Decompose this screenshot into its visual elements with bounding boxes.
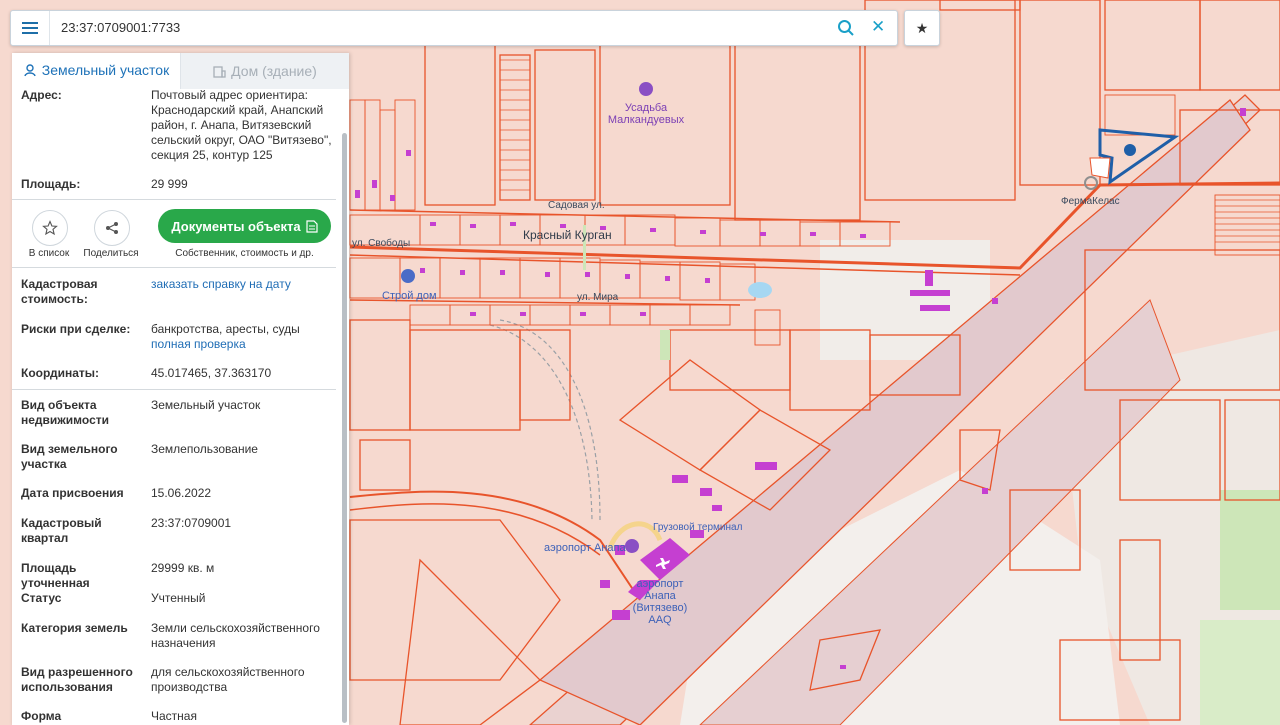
search-icon[interactable]: [837, 19, 855, 37]
tab-land-label: Земельный участок: [41, 62, 170, 78]
tab-house[interactable]: Дом (здание): [180, 53, 349, 89]
quarter-value: 23:37:0709001: [151, 516, 232, 530]
share-label: Поделиться: [83, 248, 139, 259]
cargo-terminal-label[interactable]: Грузовой терминал: [653, 522, 742, 533]
address-row: Адрес: Почтовый адрес ориентира: Краснод…: [21, 88, 336, 163]
permitted-use-label: Вид разрешенного использования: [21, 665, 133, 694]
share-icon: [106, 222, 118, 234]
object-type-label: Вид объекта недвижимости: [21, 398, 109, 427]
search-input[interactable]: 23:37:0709001:7733: [61, 20, 180, 35]
building-icon: [213, 65, 226, 78]
divider: [12, 267, 336, 268]
mira-street-label: ул. Мира: [577, 292, 619, 303]
cadastral-cost-row: Кадастровая стоимость: заказать справку …: [21, 277, 336, 309]
quarter-label: Кадастровый квартал: [21, 516, 102, 545]
risks-label: Риски при сделке:: [21, 322, 131, 336]
coordinates-label: Координаты:: [21, 366, 100, 380]
form-label: Форма: [21, 709, 62, 723]
divider: [12, 389, 336, 390]
category-value: Земли сельскохозяйственного назначения: [151, 621, 320, 650]
address-label: Адрес:: [21, 88, 62, 102]
village-label: Красный Курган: [523, 228, 612, 242]
sadovaya-street-label: Садовая ул.: [548, 200, 605, 211]
divider: [12, 199, 336, 200]
documents-button[interactable]: Документы объекта: [158, 209, 331, 243]
tab-house-label: Дом (здание): [231, 63, 317, 79]
panel-tabs: Земельный участок Дом (здание): [12, 53, 349, 89]
plot-type-label: Вид земельного участка: [21, 442, 118, 471]
documents-subtitle: Собственник, стоимость и др.: [175, 248, 314, 259]
object-type-value: Земельный участок: [151, 398, 261, 412]
airport-label[interactable]: аэропорт Анапа (Витязево) AAQ: [624, 578, 696, 626]
date-value: 15.06.2022: [151, 486, 212, 500]
status-label: Статус: [21, 591, 62, 605]
estate-label[interactable]: Усадьба Малкандуевых: [598, 102, 694, 126]
form-value: Частная: [151, 709, 197, 723]
airport-small-label[interactable]: аэропорт Анапа: [544, 542, 626, 554]
area-precise-value: 29999 кв. м: [151, 561, 215, 575]
date-label: Дата присвоения: [21, 486, 124, 500]
category-label: Категория земель: [21, 621, 128, 635]
full-check-link[interactable]: полная проверка: [151, 337, 336, 352]
risks-row: Риски при сделке: банкротства, аресты, с…: [21, 322, 336, 354]
cadastral-cost-label: Кадастровая стоимость:: [21, 277, 98, 306]
coordinates-value: 45.017465, 37.363170: [151, 366, 272, 380]
document-icon: [306, 219, 318, 233]
order-certificate-link[interactable]: заказать справку на дату: [151, 277, 336, 292]
add-to-list-label: В список: [28, 248, 70, 259]
plot-type-value: Землепользование: [151, 442, 258, 456]
risks-value: банкротства, аресты, суды: [151, 322, 300, 336]
documents-label: Документы объекта: [171, 218, 301, 234]
search-bar: 23:37:0709001:7733 ✕: [10, 10, 898, 46]
favorites-button[interactable]: ★: [904, 10, 940, 46]
stroy-dom-label[interactable]: Строй дом: [382, 290, 437, 302]
user-pin-icon: [24, 64, 36, 77]
menu-icon: [22, 22, 38, 34]
close-icon[interactable]: ✕: [871, 18, 885, 36]
add-to-list-button[interactable]: [32, 210, 68, 246]
address-value: Почтовый адрес ориентира: Краснодарский …: [151, 88, 332, 162]
status-value: Учтенный: [151, 591, 206, 605]
share-button[interactable]: [94, 210, 130, 246]
permitted-use-value: для сельскохозяйственного производства: [151, 665, 305, 694]
area-precise-label: Площадь уточненная: [21, 561, 90, 590]
star-icon: ★: [915, 19, 929, 36]
panel-scrollbar[interactable]: [342, 133, 347, 723]
farm-label[interactable]: ФермаКелас: [1061, 196, 1120, 207]
svobody-street-label: ул. Свободы: [352, 238, 411, 249]
menu-button[interactable]: [11, 11, 50, 45]
object-panel: Земельный участок Дом (здание) Адрес: По…: [12, 53, 349, 725]
tab-land-plot[interactable]: Земельный участок: [12, 53, 180, 89]
star-icon: [42, 220, 58, 236]
area-label: Площадь:: [21, 177, 81, 191]
area-value: 29 999: [151, 177, 188, 191]
